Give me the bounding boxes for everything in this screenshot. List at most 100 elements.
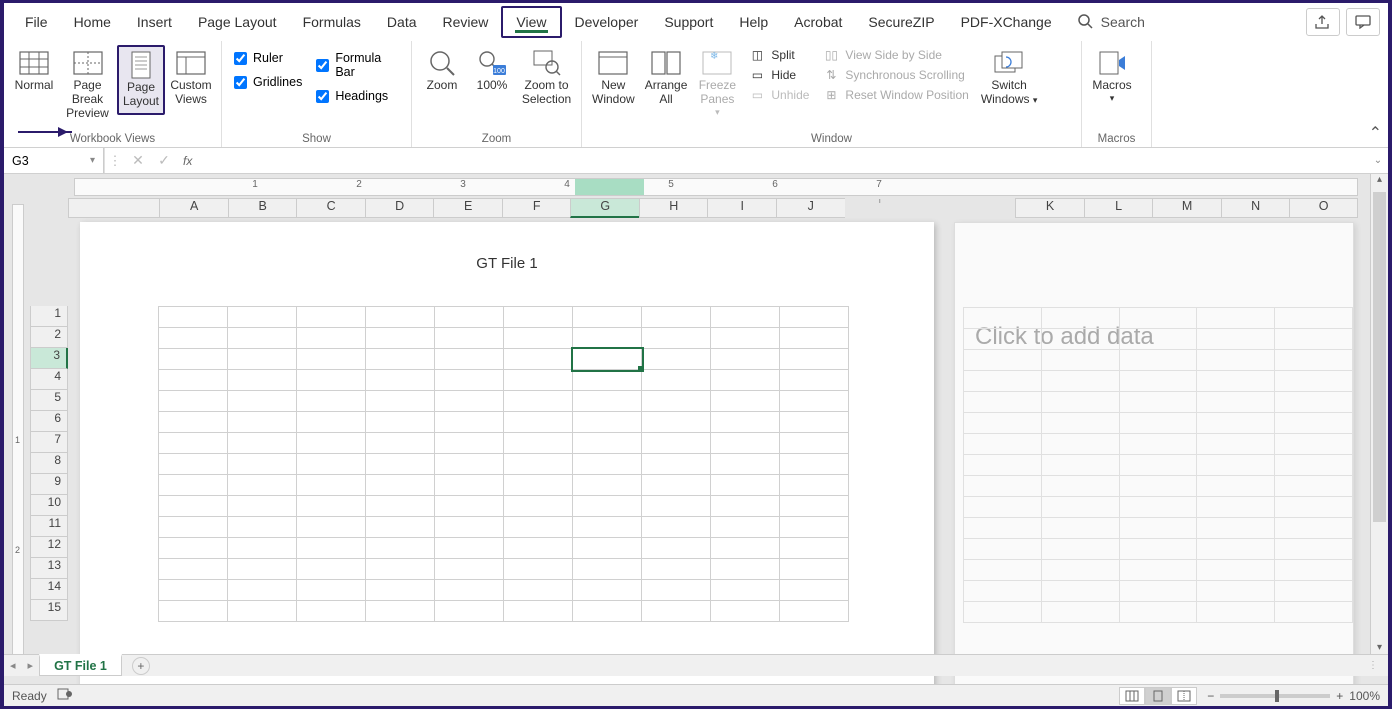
tab-acrobat[interactable]: Acrobat [781, 8, 855, 36]
group-label-macros: Macros [1088, 131, 1145, 145]
tabs-splitter[interactable]: ⋮ [1360, 660, 1388, 671]
collapse-ribbon-button[interactable]: ⌃ [1369, 123, 1382, 143]
status-page-layout-view[interactable] [1145, 687, 1171, 705]
zoom-percent[interactable]: 100% [1349, 689, 1380, 703]
split-button[interactable]: ◫Split [749, 47, 809, 63]
page-header[interactable]: GT File 1 [80, 222, 934, 304]
reset-window-position-button: ⊞Reset Window Position [823, 87, 968, 103]
formula-input[interactable] [198, 153, 1368, 168]
unhide-button: ▭Unhide [749, 87, 809, 103]
zoom-out-button[interactable]: − [1207, 689, 1214, 703]
tab-nav-next[interactable]: ▸ [22, 659, 40, 672]
zoom-100-button[interactable]: 100 100% [468, 45, 516, 97]
macros-button[interactable]: Macros ▾ [1088, 45, 1136, 108]
horizontal-ruler: 1 2 3 4 5 6 7 [74, 178, 1358, 196]
cancel-formula-button[interactable]: ✕ [125, 148, 151, 173]
reset-pos-icon: ⊞ [823, 87, 839, 103]
cell-grid[interactable] [158, 306, 849, 622]
status-normal-view[interactable] [1119, 687, 1145, 705]
tab-formulas[interactable]: Formulas [290, 8, 374, 36]
svg-text:100: 100 [493, 68, 505, 75]
zoom-to-selection-button[interactable]: Zoom to Selection [518, 45, 575, 111]
freeze-panes-icon: ❄ [699, 49, 735, 77]
fx-label[interactable]: fx [177, 154, 198, 168]
page-layout-button[interactable]: Page Layout [117, 45, 165, 115]
annotation-arrow [18, 131, 72, 133]
normal-icon [16, 49, 52, 77]
tab-home[interactable]: Home [61, 8, 124, 36]
group-label-workbook-views: Workbook Views [10, 131, 215, 145]
tab-nav-prev[interactable]: ◂ [4, 659, 22, 672]
tab-support[interactable]: Support [651, 8, 726, 36]
group-label-show: Show [228, 131, 405, 145]
side-by-side-icon: ▯▯ [823, 47, 839, 63]
page-1[interactable]: GT File 1 [80, 222, 934, 706]
sync-scroll-icon: ⇅ [823, 67, 839, 83]
tab-pdfxchange[interactable]: PDF-XChange [948, 8, 1065, 36]
custom-views-icon [173, 49, 209, 77]
zoom-icon [424, 49, 460, 77]
page-break-preview-button[interactable]: Page Break Preview [60, 45, 115, 124]
group-label-window: Window [588, 131, 1075, 145]
headings-checkbox[interactable]: Headings [316, 89, 399, 103]
tab-developer[interactable]: Developer [562, 8, 652, 36]
macros-icon [1094, 49, 1130, 77]
tab-review[interactable]: Review [430, 8, 502, 36]
group-label-zoom: Zoom [418, 131, 575, 145]
macro-record-icon[interactable] [57, 688, 73, 703]
expand-formula-bar[interactable]: ⌄ [1368, 155, 1388, 166]
tab-securezip[interactable]: SecureZIP [855, 8, 947, 36]
add-sheet-button[interactable]: + [132, 657, 150, 675]
unhide-icon: ▭ [749, 87, 765, 103]
zoom-in-button[interactable]: + [1336, 689, 1343, 703]
search-icon [1077, 13, 1093, 32]
freeze-panes-button[interactable]: ❄ Freeze Panes▾ [693, 45, 741, 122]
formula-bar-checkbox[interactable]: Formula Bar [316, 51, 399, 79]
hide-icon: ▭ [749, 67, 765, 83]
zoom-slider[interactable] [1220, 694, 1330, 698]
menubar: File Home Insert Page Layout Formulas Da… [4, 3, 1388, 41]
row-headers[interactable]: 1 2 3 4 5 6 7 8 9 10 11 12 13 14 15 [30, 222, 68, 621]
column-headers[interactable]: A B C D E F G H I J K L M N O [68, 198, 1358, 218]
tab-page-layout[interactable]: Page Layout [185, 8, 290, 36]
tab-view[interactable]: View [501, 6, 561, 38]
zoom-100-icon: 100 [474, 49, 510, 77]
gridlines-checkbox[interactable]: Gridlines [234, 75, 302, 89]
status-page-break-view[interactable] [1171, 687, 1197, 705]
switch-windows-button[interactable]: Switch Windows ▾ [977, 45, 1042, 111]
tab-data[interactable]: Data [374, 8, 430, 36]
search-label: Search [1101, 14, 1145, 30]
tab-help[interactable]: Help [726, 8, 781, 36]
new-window-icon [595, 49, 631, 77]
switch-windows-icon [991, 49, 1027, 77]
vertical-ruler: 1 2 [12, 204, 24, 666]
new-window-button[interactable]: New Window [588, 45, 639, 111]
sheet-tabs: ◂ ▸ GT File 1 + ⋮ [4, 654, 1388, 676]
comments-button[interactable] [1346, 8, 1380, 36]
custom-views-button[interactable]: Custom Views [167, 45, 215, 111]
page-break-icon [70, 49, 106, 77]
enter-formula-button[interactable]: ✓ [151, 148, 177, 173]
hide-button[interactable]: ▭Hide [749, 67, 809, 83]
search-area[interactable]: Search [1065, 13, 1157, 32]
svg-text:❄: ❄ [710, 51, 718, 62]
share-button[interactable] [1306, 8, 1340, 36]
tab-insert[interactable]: Insert [124, 8, 185, 36]
normal-view-button[interactable]: Normal [10, 45, 58, 97]
workspace: 1 2 3 4 5 6 7 1 2 A B C D E F G H I J K [4, 174, 1388, 706]
ruler-checkbox[interactable]: Ruler [234, 51, 302, 65]
split-icon: ◫ [749, 47, 765, 63]
page-2[interactable]: Click to add data [954, 222, 1354, 706]
sheet-tab-active[interactable]: GT File 1 [39, 654, 122, 676]
formula-bar: G3▾ ⋮ ✕ ✓ fx ⌄ [4, 148, 1388, 174]
zoom-button[interactable]: Zoom [418, 45, 466, 97]
tab-file[interactable]: File [12, 8, 61, 36]
arrange-all-icon [648, 49, 684, 77]
vertical-scrollbar[interactable]: ▴ ▾ [1370, 174, 1388, 658]
arrange-all-button[interactable]: Arrange All [641, 45, 692, 111]
ribbon: Normal Page Break Preview Page Layout Cu… [4, 41, 1388, 148]
view-side-by-side-button: ▯▯View Side by Side [823, 47, 968, 63]
zoom-selection-icon [529, 49, 565, 77]
status-bar: Ready − + 100% [4, 684, 1388, 706]
name-box[interactable]: G3▾ [4, 148, 104, 173]
